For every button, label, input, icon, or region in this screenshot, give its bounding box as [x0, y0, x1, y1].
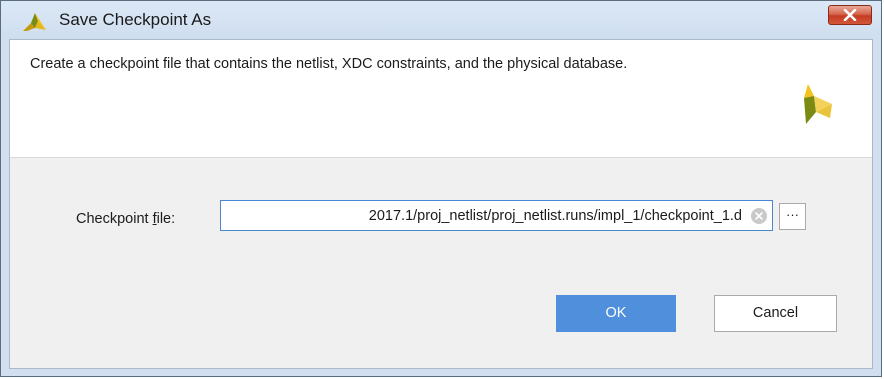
checkpoint-file-input[interactable]: 2017.1/proj_netlist/proj_netlist.runs/im…	[220, 200, 773, 231]
vivado-logo-icon	[804, 84, 832, 124]
dialog-description: Create a checkpoint file that contains t…	[30, 56, 628, 72]
dialog-body: Create a checkpoint file that contains t…	[9, 39, 873, 369]
vivado-logo-icon	[23, 13, 46, 31]
checkpoint-file-label: Checkpoint file:	[76, 211, 176, 227]
save-checkpoint-dialog: Save Checkpoint As Create a checkpoint f…	[0, 0, 882, 377]
close-button[interactable]	[828, 5, 872, 25]
browse-button[interactable]: ···	[779, 203, 806, 230]
cancel-button[interactable]: Cancel	[714, 295, 837, 332]
ok-button[interactable]: OK	[556, 295, 676, 332]
clear-icon[interactable]	[751, 208, 767, 224]
title-bar[interactable]: Save Checkpoint As	[1, 1, 881, 39]
checkpoint-file-value: 2017.1/proj_netlist/proj_netlist.runs/im…	[368, 208, 742, 224]
dialog-header: Create a checkpoint file that contains t…	[10, 40, 872, 158]
close-icon	[843, 9, 857, 21]
dialog-title: Save Checkpoint As	[59, 10, 212, 29]
